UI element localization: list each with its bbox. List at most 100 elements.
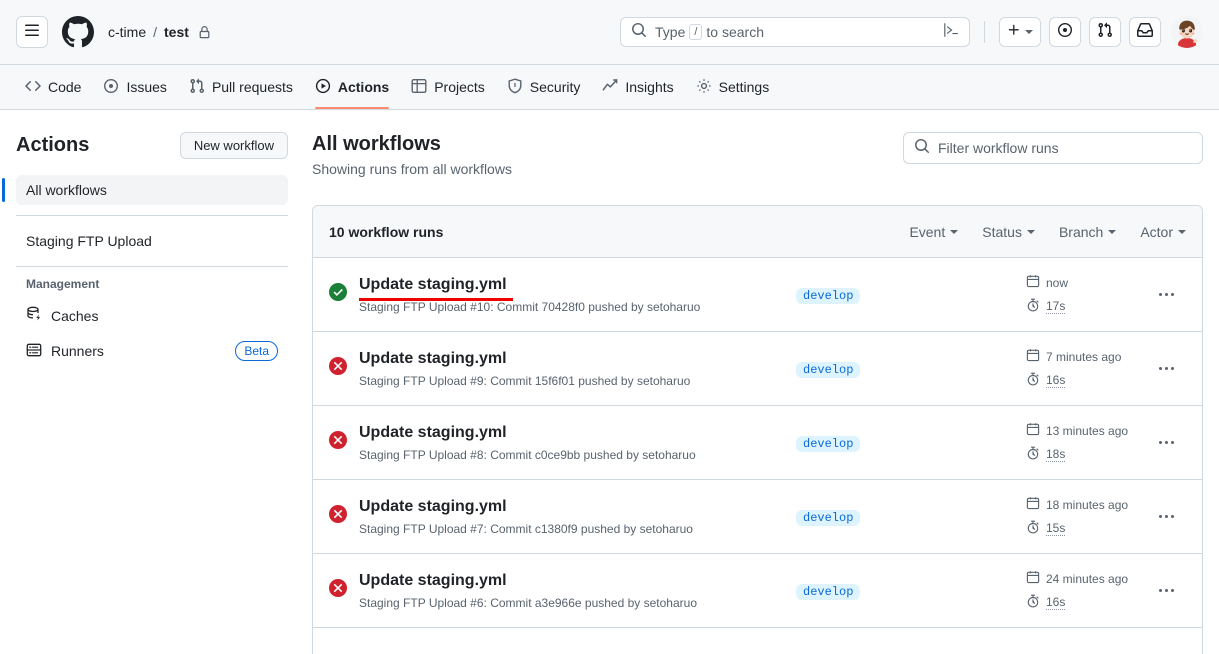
run-duration: 16s bbox=[1026, 372, 1146, 389]
tab-security[interactable]: Security bbox=[498, 65, 590, 109]
create-new-button[interactable] bbox=[999, 17, 1041, 47]
sidebar-item-staging-ftp-upload[interactable]: Staging FTP Upload bbox=[16, 226, 288, 256]
run-menu-button[interactable] bbox=[1146, 367, 1186, 370]
branch-badge[interactable]: develop bbox=[796, 435, 861, 452]
code-icon bbox=[25, 78, 41, 97]
hamburger-menu-button[interactable] bbox=[16, 16, 48, 48]
table-icon bbox=[411, 78, 427, 97]
tab-pull-requests[interactable]: Pull requests bbox=[180, 65, 302, 109]
tab-settings-label: Settings bbox=[718, 79, 770, 95]
new-workflow-button[interactable]: New workflow bbox=[179, 132, 288, 159]
tab-projects[interactable]: Projects bbox=[402, 65, 494, 109]
sidebar-divider-2 bbox=[16, 266, 288, 267]
search-input[interactable]: Type / to search bbox=[620, 17, 970, 47]
run-menu-button[interactable] bbox=[1146, 515, 1186, 518]
git-pull-request-icon bbox=[189, 78, 205, 97]
calendar-icon bbox=[1026, 496, 1040, 513]
run-info: Update staging.yml Staging FTP Upload #8… bbox=[359, 424, 796, 462]
run-duration: 17s bbox=[1026, 298, 1146, 315]
filter-branch-label: Branch bbox=[1058, 223, 1104, 240]
run-menu-button[interactable] bbox=[1146, 293, 1186, 296]
tab-actions[interactable]: Actions bbox=[306, 65, 398, 109]
branch-badge[interactable]: develop bbox=[796, 509, 861, 526]
run-subtitle: Staging FTP Upload #9: Commit 15f6f01 pu… bbox=[359, 373, 691, 388]
filter-workflow-runs-input[interactable]: Filter workflow runs bbox=[903, 132, 1203, 164]
workflow-runs-main: All workflows Showing runs from all work… bbox=[312, 132, 1203, 654]
kebab-horizontal-icon bbox=[1158, 293, 1174, 296]
avatar[interactable] bbox=[1171, 16, 1203, 48]
run-menu-button[interactable] bbox=[1146, 441, 1186, 444]
breadcrumb-repo[interactable]: test bbox=[164, 24, 189, 40]
breadcrumb: c-time / test bbox=[108, 24, 211, 40]
tab-code[interactable]: Code bbox=[16, 65, 90, 109]
run-title[interactable]: Update staging.yml bbox=[359, 572, 507, 590]
sidebar-item-all-workflows[interactable]: All workflows bbox=[2, 175, 288, 205]
x-circle-fill-icon bbox=[329, 357, 347, 380]
table-row[interactable]: Update staging.yml Staging FTP Upload #6… bbox=[313, 554, 1202, 628]
hamburger-menu-icon bbox=[24, 22, 40, 43]
run-branch: develop bbox=[796, 360, 1026, 378]
tab-actions-label: Actions bbox=[337, 79, 390, 95]
run-menu-button[interactable] bbox=[1146, 589, 1186, 592]
beta-badge: Beta bbox=[235, 341, 278, 361]
run-status bbox=[329, 283, 359, 306]
run-title[interactable]: Update staging.yml bbox=[359, 350, 507, 368]
x-circle-fill-icon bbox=[329, 505, 347, 528]
global-header: c-time / test Type / to search bbox=[0, 0, 1219, 65]
filter-actor-dropdown[interactable]: Actor bbox=[1140, 224, 1186, 240]
kebab-horizontal-icon bbox=[1158, 367, 1174, 370]
run-time-ago: 7 minutes ago bbox=[1026, 348, 1146, 365]
inbox-button[interactable] bbox=[1129, 17, 1161, 47]
run-time-ago-label: 18 minutes ago bbox=[1046, 497, 1129, 512]
cache-icon bbox=[26, 306, 42, 325]
filter-status-dropdown[interactable]: Status bbox=[982, 224, 1035, 240]
table-row[interactable]: Update staging.yml Staging FTP Upload #9… bbox=[313, 332, 1202, 406]
sidebar-item-label: Staging FTP Upload bbox=[26, 233, 152, 249]
calendar-icon bbox=[1026, 348, 1040, 365]
sidebar-divider-1 bbox=[16, 215, 288, 216]
run-status bbox=[329, 357, 359, 380]
branch-badge[interactable]: develop bbox=[796, 583, 861, 600]
run-time-ago: 18 minutes ago bbox=[1026, 496, 1146, 513]
sidebar-item-label: All workflows bbox=[26, 182, 107, 198]
github-logo-icon[interactable] bbox=[62, 16, 94, 48]
filter-event-dropdown[interactable]: Event bbox=[909, 223, 959, 240]
workflow-runs-table: 10 workflow runs Event Status Branch Act… bbox=[312, 205, 1203, 654]
sidebar-item-label: Caches bbox=[51, 307, 99, 324]
filter-status-label: Status bbox=[982, 223, 1022, 240]
run-duration-label: 15s bbox=[1046, 521, 1066, 536]
workflow-runs-filters: Event Status Branch Actor bbox=[909, 224, 1186, 240]
run-title[interactable]: Update staging.yml bbox=[359, 424, 507, 442]
table-row[interactable]: Update staging.yml develop 27 minutes ag… bbox=[313, 628, 1202, 654]
filter-event-label: Event bbox=[909, 223, 946, 240]
sidebar-item-caches[interactable]: Caches bbox=[16, 299, 288, 332]
sidebar-item-runners[interactable]: Runners Beta bbox=[16, 334, 288, 368]
run-title[interactable]: Update staging.yml bbox=[359, 276, 513, 301]
chevron-down-icon bbox=[1026, 229, 1035, 234]
tab-issues[interactable]: Issues bbox=[94, 65, 175, 109]
lock-icon bbox=[198, 25, 211, 39]
table-row[interactable]: Update staging.yml Staging FTP Upload #7… bbox=[313, 480, 1202, 554]
run-info: Update staging.yml Staging FTP Upload #1… bbox=[359, 276, 796, 314]
command-palette-icon[interactable] bbox=[943, 22, 961, 43]
tab-security-label: Security bbox=[529, 79, 581, 95]
chevron-down-icon bbox=[1178, 229, 1186, 234]
tab-settings[interactable]: Settings bbox=[687, 65, 779, 109]
sidebar-item-label: Runners bbox=[51, 343, 104, 359]
branch-badge[interactable]: develop bbox=[796, 287, 861, 304]
branch-badge[interactable]: develop bbox=[796, 361, 861, 378]
table-row[interactable]: Update staging.yml Staging FTP Upload #8… bbox=[313, 406, 1202, 480]
pull-requests-button[interactable] bbox=[1089, 17, 1121, 47]
page-body: Actions New workflow All workflows Stagi… bbox=[0, 110, 1219, 654]
filter-branch-dropdown[interactable]: Branch bbox=[1058, 223, 1117, 240]
table-row[interactable]: Update staging.yml Staging FTP Upload #1… bbox=[313, 258, 1202, 332]
tab-insights[interactable]: Insights bbox=[593, 65, 682, 109]
run-time-ago-label: now bbox=[1046, 275, 1069, 290]
run-time-ago: 13 minutes ago bbox=[1026, 422, 1146, 439]
issues-button[interactable] bbox=[1049, 17, 1081, 47]
breadcrumb-owner[interactable]: c-time bbox=[108, 24, 146, 40]
run-time-ago: 24 minutes ago bbox=[1026, 570, 1146, 587]
stopwatch-icon bbox=[1026, 520, 1040, 537]
run-title[interactable]: Update staging.yml bbox=[359, 498, 507, 516]
graph-icon bbox=[602, 78, 618, 97]
